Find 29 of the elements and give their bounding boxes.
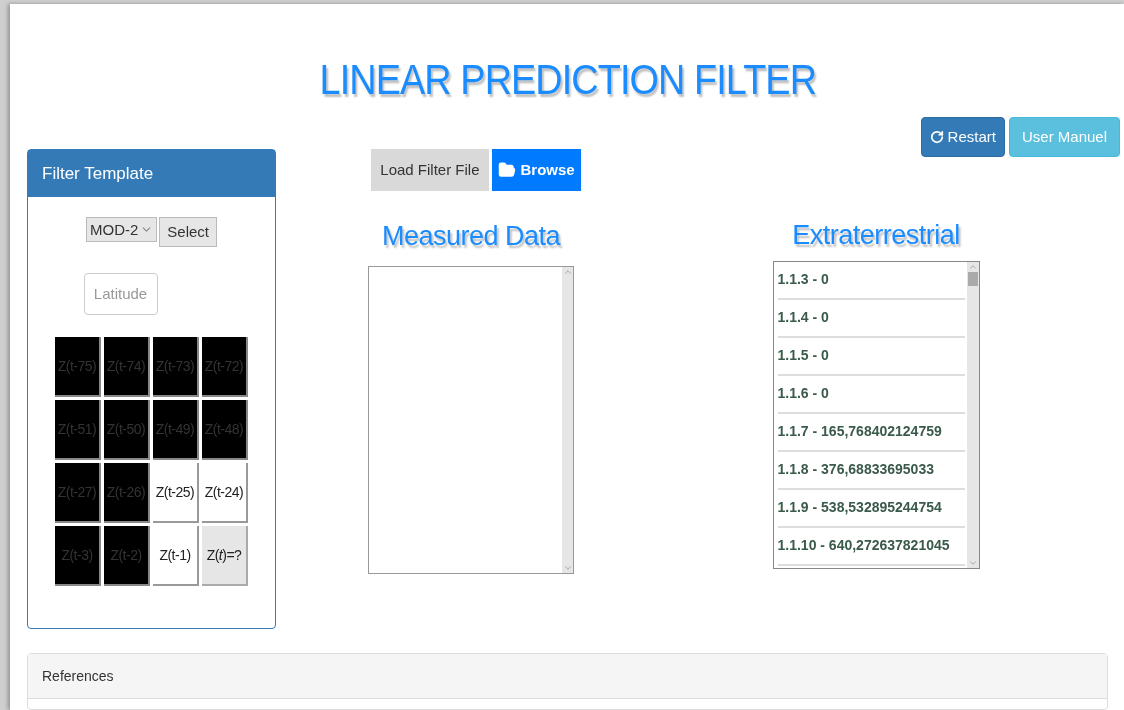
list-item[interactable]: 1.1.5 - 0 [777,337,965,376]
browse-button[interactable]: Browse [491,149,581,192]
measured-data-title: Measured Data [381,220,561,254]
page-title: LINEAR PREDICTION FILTER [319,56,816,104]
measured-data-textarea[interactable] [368,265,574,574]
scrollbar[interactable] [966,261,979,568]
select-button[interactable]: Select [159,217,217,248]
list-item[interactable]: 1.1.3 - 0 [777,261,965,300]
filter-tap-cell[interactable]: Z(t-24) [202,463,248,524]
refresh-icon [929,130,944,144]
folder-icon [497,161,516,180]
filter-tap-cell[interactable]: Z(t-1) [153,526,199,587]
model-select[interactable]: MOD-2 [85,217,158,243]
panel-title: Filter Template [42,163,154,186]
extraterrestrial-title: Extraterrestrial [792,219,960,253]
scrollbar[interactable] [562,266,573,573]
restart-button[interactable]: Restart [920,117,1005,157]
references-title: References [42,666,114,686]
filter-tap-cell[interactable]: Z(t-25) [153,463,199,524]
list-item[interactable]: 1.1.7 - 165,768402124759 [777,413,965,452]
list-item[interactable]: 1.1.8 - 376,68833695033 [777,451,965,490]
list-item[interactable]: 1.1.6 - 0 [777,375,965,414]
latitude-button[interactable]: Latitude [83,273,158,316]
scroll-thumb[interactable] [967,271,978,286]
list-item[interactable]: 1.1.10 - 640,272637821045 [777,527,965,566]
load-filter-label: Load Filter File [371,149,489,192]
list-item[interactable]: 1.1.4 - 0 [777,299,965,338]
list-item[interactable]: 1.1.9 - 538,532895244754 [777,489,965,528]
target-cell[interactable]: Z(t)=? [202,526,248,587]
